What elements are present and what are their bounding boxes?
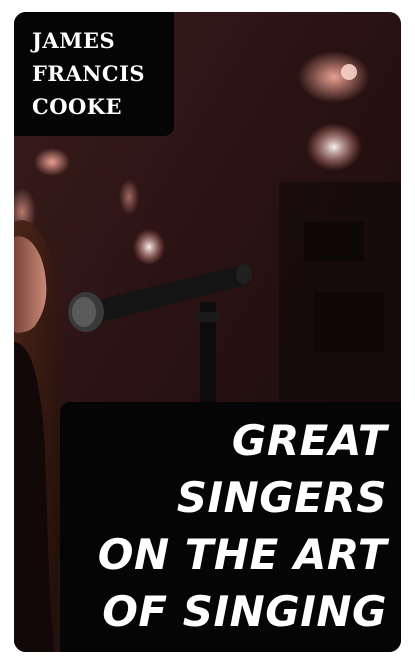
author-box: JAMES FRANCIS COOKE [14,12,174,136]
author-name-line-2: FRANCIS [32,61,146,86]
author-name-line-1: JAMES [32,28,116,53]
title-line-4: OF SINGING [102,587,387,636]
book-cover: JAMES FRANCIS COOKE GREAT SINGERS ON THE… [14,12,401,652]
singer-figure [14,220,64,652]
title-box: GREAT SINGERS ON THE ART OF SINGING [60,402,401,652]
title-line-3: ON THE ART [97,530,387,579]
title-line-2: SINGERS [176,473,387,522]
title-line-1: GREAT [231,416,387,465]
author-name-line-3: COOKE [32,94,123,119]
